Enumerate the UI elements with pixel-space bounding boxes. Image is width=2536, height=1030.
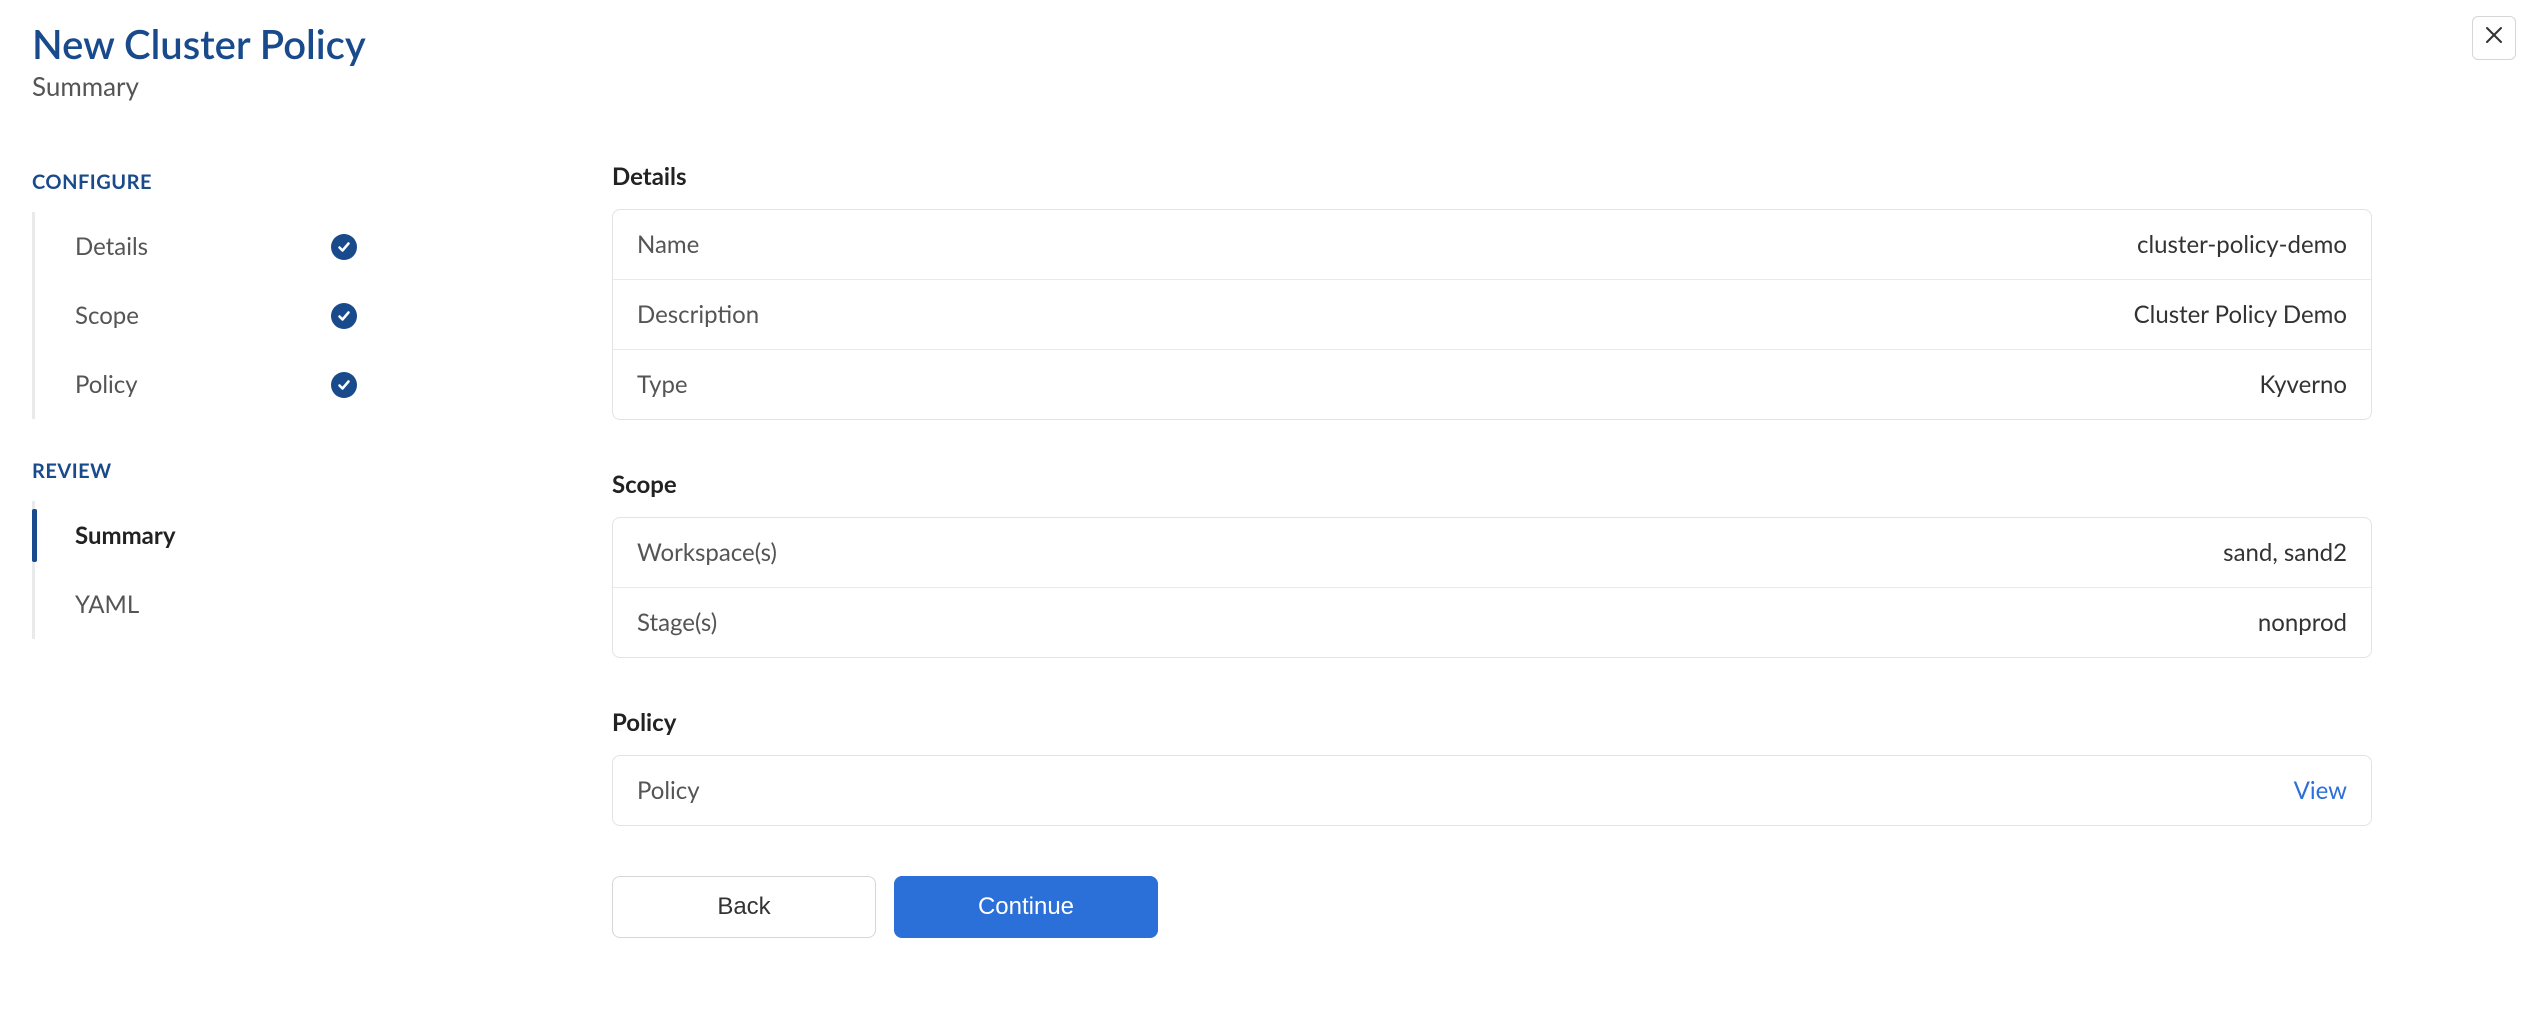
view-policy-link[interactable]: View <box>2294 776 2347 805</box>
details-row-type: Type Kyverno <box>613 350 2371 419</box>
sidebar-item-yaml[interactable]: YAML <box>35 570 375 639</box>
row-label: Description <box>637 300 759 329</box>
continue-button[interactable]: Continue <box>894 876 1158 938</box>
row-label: Policy <box>637 776 700 805</box>
details-card: Name cluster-policy-demo Description Clu… <box>612 209 2372 420</box>
sidebar: CONFIGURE Details Scope Policy <box>32 162 572 938</box>
page-title: New Cluster Policy <box>32 20 2504 68</box>
sidebar-item-label: Policy <box>75 370 138 399</box>
close-button[interactable] <box>2472 16 2516 60</box>
policy-row-policy: Policy View <box>613 756 2371 825</box>
sidebar-section-configure: CONFIGURE <box>32 170 572 194</box>
scope-row-stages: Stage(s) nonprod <box>613 588 2371 657</box>
sidebar-item-label: Summary <box>75 521 175 550</box>
details-row-description: Description Cluster Policy Demo <box>613 280 2371 350</box>
row-value: nonprod <box>2258 608 2347 637</box>
row-value: cluster-policy-demo <box>2137 230 2347 259</box>
sidebar-configure-group: Details Scope Policy <box>32 212 572 419</box>
main-content: Details Name cluster-policy-demo Descrip… <box>612 162 2372 938</box>
check-icon <box>331 303 357 329</box>
row-label: Workspace(s) <box>637 538 777 567</box>
back-button[interactable]: Back <box>612 876 876 938</box>
check-icon <box>331 372 357 398</box>
sidebar-item-label: Scope <box>75 301 139 330</box>
sidebar-item-scope[interactable]: Scope <box>35 281 375 350</box>
close-icon <box>2483 24 2505 53</box>
row-label: Stage(s) <box>637 608 717 637</box>
row-value: Kyverno <box>2260 370 2347 399</box>
sidebar-item-label: Details <box>75 232 148 261</box>
check-icon <box>331 234 357 260</box>
sidebar-item-details[interactable]: Details <box>35 212 375 281</box>
sidebar-item-label: YAML <box>75 590 139 619</box>
scope-card: Workspace(s) sand, sand2 Stage(s) nonpro… <box>612 517 2372 658</box>
footer-actions: Back Continue <box>612 876 2372 938</box>
details-row-name: Name cluster-policy-demo <box>613 210 2371 280</box>
row-label: Type <box>637 370 688 399</box>
page-subtitle: Summary <box>32 70 2504 102</box>
sidebar-item-policy[interactable]: Policy <box>35 350 375 419</box>
row-label: Name <box>637 230 699 259</box>
row-value: Cluster Policy Demo <box>2134 300 2347 329</box>
row-value: sand, sand2 <box>2223 538 2347 567</box>
scope-heading: Scope <box>612 470 2372 499</box>
policy-card: Policy View <box>612 755 2372 826</box>
details-heading: Details <box>612 162 2372 191</box>
sidebar-review-group: Summary YAML <box>32 501 572 639</box>
sidebar-section-review: REVIEW <box>32 459 572 483</box>
scope-row-workspaces: Workspace(s) sand, sand2 <box>613 518 2371 588</box>
sidebar-item-summary[interactable]: Summary <box>35 501 375 570</box>
policy-heading: Policy <box>612 708 2372 737</box>
